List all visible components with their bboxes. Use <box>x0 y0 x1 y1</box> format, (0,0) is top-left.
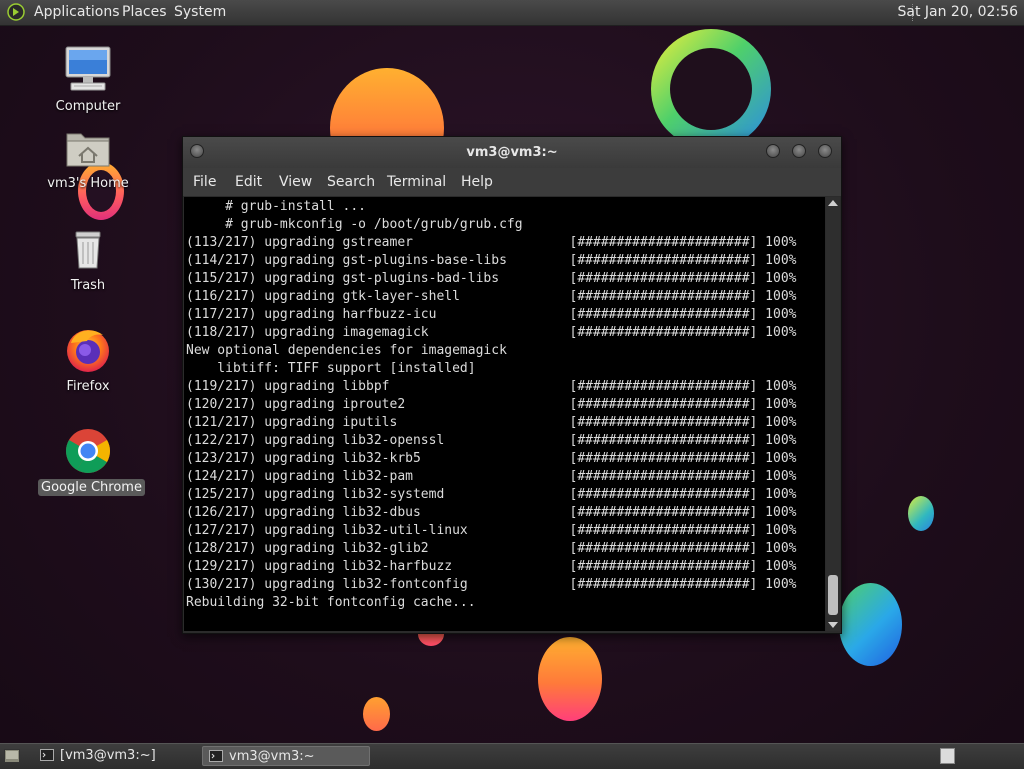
home-folder-icon <box>66 133 110 167</box>
terminal-line: (124/217) upgrading lib32-pam [#########… <box>186 469 797 484</box>
terminal-line: (122/217) upgrading lib32-openssl [#####… <box>186 433 797 448</box>
terminal-scrollbar[interactable] <box>826 197 840 631</box>
terminal-line: (113/217) upgrading gstreamer [#########… <box>186 235 797 250</box>
menu-search[interactable]: Search <box>327 174 375 190</box>
desktop-icon-trash[interactable]: Trash <box>38 228 138 294</box>
terminal-icon <box>209 750 223 762</box>
decorative-ring <box>651 29 771 149</box>
menu-places[interactable]: Places <box>122 4 167 20</box>
scrollbar-thumb[interactable] <box>828 575 838 615</box>
menu-system[interactable]: System <box>174 4 226 20</box>
terminal-line: (123/217) upgrading lib32-krb5 [########… <box>186 451 797 466</box>
close-button[interactable] <box>818 144 832 158</box>
desktop-icon-label: Trash <box>70 278 106 293</box>
menu-file[interactable]: File <box>193 174 216 190</box>
taskbar-item-label: vm3@vm3:~ <box>229 749 315 764</box>
terminal-line: (114/217) upgrading gst-plugins-base-lib… <box>186 253 797 268</box>
menu-edit[interactable]: Edit <box>235 174 262 190</box>
decorative-blue-blob <box>839 583 902 666</box>
terminal-line: libtiff: TIFF support [installed] <box>186 361 476 376</box>
decorative-orange-blob-bottom <box>538 637 602 721</box>
terminal-line: (126/217) upgrading lib32-dbus [########… <box>186 505 797 520</box>
terminal-line: (129/217) upgrading lib32-harfbuzz [####… <box>186 559 797 574</box>
scroll-up-arrow-icon[interactable] <box>828 200 838 206</box>
menu-applications[interactable]: Applications <box>34 4 120 20</box>
distro-logo-icon[interactable] <box>7 3 25 21</box>
window-titlebar[interactable]: vm3@vm3:~ <box>183 137 841 168</box>
clock[interactable]: Sat Jan 20, 02:56 <box>898 4 1019 20</box>
chrome-icon <box>66 429 110 473</box>
decorative-orange-blob-tiny <box>363 697 390 731</box>
terminal-line: Rebuilding 32-bit fontconfig cache... <box>186 595 476 610</box>
decorative-green-blob <box>908 496 934 531</box>
terminal-output[interactable]: # grub-install ... # grub-mkconfig -o /b… <box>184 197 825 631</box>
terminal-line: # grub-install ... <box>186 199 367 214</box>
workspace-switcher[interactable] <box>940 748 955 764</box>
terminal-line: (116/217) upgrading gtk-layer-shell [###… <box>186 289 797 304</box>
scroll-down-arrow-icon[interactable] <box>828 622 838 628</box>
terminal-line: (119/217) upgrading libbpf [############… <box>186 379 797 394</box>
computer-icon <box>65 46 111 91</box>
desktop-icon-label: vm3's Home <box>47 176 129 191</box>
show-desktop-icon[interactable] <box>4 749 20 763</box>
terminal-line: (128/217) upgrading lib32-glib2 [#######… <box>186 541 797 556</box>
terminal-line: (118/217) upgrading imagemagick [#######… <box>186 325 797 340</box>
terminal-line: (121/217) upgrading iputils [###########… <box>186 415 797 430</box>
taskbar-item-terminal[interactable]: [vm3@vm3:~] <box>34 746 196 766</box>
desktop-icon-firefox[interactable]: Firefox <box>38 325 138 395</box>
maximize-button[interactable] <box>792 144 806 158</box>
desktop-icon-label: Google Chrome <box>38 479 145 496</box>
desktop-icon-home[interactable]: vm3's Home <box>38 128 138 192</box>
minimize-button[interactable] <box>766 144 780 158</box>
terminal-line: (127/217) upgrading lib32-util-linux [##… <box>186 523 797 538</box>
terminal-line: New optional dependencies for imagemagic… <box>186 343 507 358</box>
desktop-icon-label: Firefox <box>66 379 110 394</box>
terminal-line: (117/217) upgrading harfbuzz-icu [######… <box>186 307 797 322</box>
desktop-icon-chrome[interactable]: Google Chrome <box>38 426 145 496</box>
terminal-line: # grub-mkconfig -o /boot/grub/grub.cfg <box>186 217 523 232</box>
terminal-window[interactable]: vm3@vm3:~ File Edit View Search Terminal… <box>182 136 842 634</box>
menu-help[interactable]: Help <box>461 174 493 190</box>
top-panel: Applications Places System Sat Jan 20, 0… <box>0 0 1024 26</box>
desktop-icon-computer[interactable]: Computer <box>38 45 138 115</box>
bottom-panel: [vm3@vm3:~] vm3@vm3:~ <box>0 743 1024 769</box>
terminal-menubar: File Edit View Search Terminal Help <box>183 168 841 196</box>
taskbar-item-label: [vm3@vm3:~] <box>60 748 156 763</box>
terminal-line: (115/217) upgrading gst-plugins-bad-libs… <box>186 271 797 286</box>
trash-icon <box>75 231 101 269</box>
desktop-icon-label: Computer <box>55 99 121 114</box>
taskbar-item-terminal-active[interactable]: vm3@vm3:~ <box>202 746 370 766</box>
terminal-icon <box>40 749 54 761</box>
menu-terminal[interactable]: Terminal <box>387 174 446 190</box>
terminal-line: (130/217) upgrading lib32-fontconfig [##… <box>186 577 797 592</box>
terminal-line: (125/217) upgrading lib32-systemd [#####… <box>186 487 797 502</box>
terminal-line: (120/217) upgrading iproute2 [##########… <box>186 397 797 412</box>
menu-view[interactable]: View <box>279 174 312 190</box>
firefox-icon <box>67 330 109 372</box>
window-title: vm3@vm3:~ <box>466 145 558 160</box>
